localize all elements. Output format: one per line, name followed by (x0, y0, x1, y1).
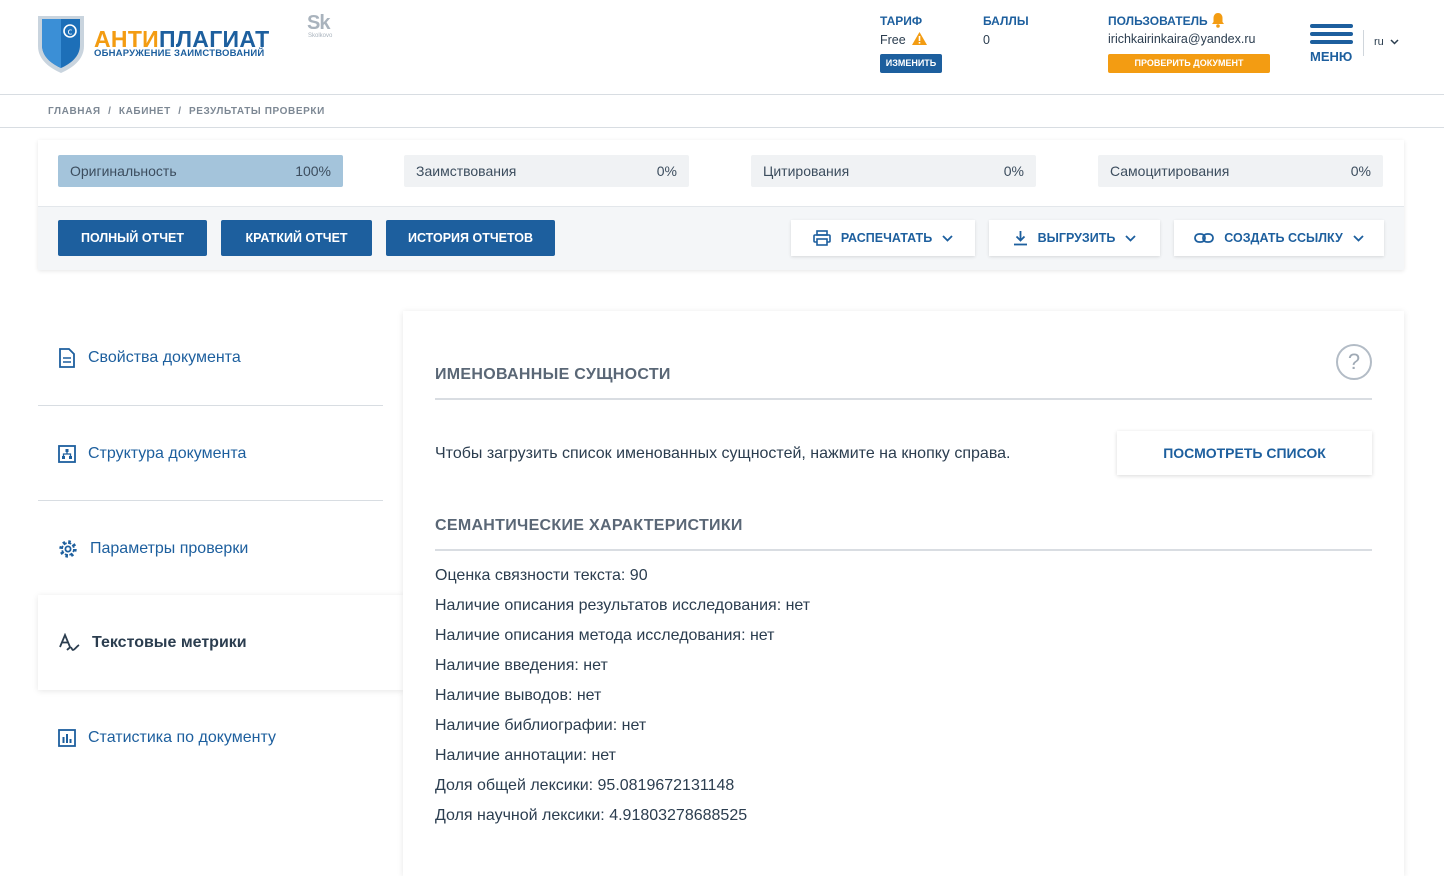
breadcrumb-separator: / (178, 106, 182, 117)
breadcrumb-current: РЕЗУЛЬТАТЫ ПРОВЕРКИ (188, 106, 325, 117)
menu-label[interactable]: МЕНЮ (1310, 49, 1352, 64)
skolkovo-logo: Sk Skolkovo (307, 12, 341, 42)
structure-icon (58, 444, 76, 463)
breadcrumb-cabinet[interactable]: КАБИНЕТ (119, 106, 171, 117)
semantic-characteristics-title: СЕМАНТИЧЕСКИЕ ХАРАКТЕРИСТИКИ (435, 517, 743, 534)
printer-icon (813, 230, 831, 246)
semantic-item: Доля научной лексики: 4.91803278688525 (435, 807, 748, 824)
named-entities-title: ИМЕНОВАННЫЕ СУЩНОСТИ (435, 366, 671, 383)
warning-icon[interactable] (911, 31, 928, 46)
sidebar-item-label: Структура документа (88, 444, 247, 462)
semantic-item: Наличие введения: нет (435, 657, 608, 674)
breadcrumb-separator: / (108, 106, 112, 117)
report-history-button[interactable]: ИСТОРИЯ ОТЧЕТОВ (386, 220, 555, 256)
sidebar-item-label: Текстовые метрики (92, 633, 247, 651)
skolkovo-mark: Sk (307, 12, 330, 34)
document-icon (59, 347, 75, 368)
logo-subtitle: ОБНАРУЖЕНИЕ ЗАИМСТВОВАНИЙ (94, 48, 265, 59)
hamburger-menu-icon[interactable] (1310, 24, 1353, 48)
breadcrumb-home[interactable]: ГЛАВНАЯ (48, 106, 101, 117)
semantic-item: Наличие выводов: нет (435, 687, 602, 704)
points-value: 0 (983, 33, 990, 47)
create-link-label: СОЗДАТЬ ССЫЛКУ (1224, 231, 1343, 245)
antiplagiat-logo[interactable]: c АНТИПЛАГИАТ ОБНАРУЖЕНИЕ ЗАИМСТВОВАНИЙ (36, 12, 276, 76)
print-label: РАСПЕЧАТАТЬ (840, 231, 933, 245)
skolkovo-text: Skolkovo (308, 33, 333, 39)
breadcrumb: ГЛАВНАЯ / КАБИНЕТ / РЕЗУЛЬТАТЫ ПРОВЕРКИ (48, 106, 329, 117)
metric-borrowings[interactable]: Заимствования 0% (404, 155, 689, 187)
chevron-down-icon (942, 234, 953, 242)
metric-value: 100% (295, 163, 331, 179)
link-icon (1194, 233, 1215, 243)
language-value: ru (1374, 36, 1384, 48)
sidebar-item-document-properties[interactable]: Свойства документа (38, 310, 383, 405)
tariff-label: ТАРИФ (880, 14, 923, 28)
bell-icon[interactable] (1211, 12, 1225, 28)
breadcrumb-divider (0, 127, 1444, 128)
points-label: БАЛЛЫ (983, 14, 1029, 28)
chevron-down-icon (1125, 234, 1136, 242)
tariff-value: Free (880, 33, 906, 47)
sidebar-item-label: Статистика по документу (88, 728, 276, 746)
metric-value: 0% (656, 163, 677, 179)
full-report-button[interactable]: ПОЛНЫЙ ОТЧЕТ (58, 220, 207, 256)
semantic-item: Оценка связности текста: 90 (435, 567, 648, 584)
semantic-item: Наличие библиографии: нет (435, 717, 647, 734)
print-button[interactable]: РАСПЕЧАТАТЬ (791, 220, 975, 256)
metric-self-citations[interactable]: Самоцитирования 0% (1098, 155, 1383, 187)
metrics-panel: Оригинальность 100% Заимствования 0% Цит… (38, 140, 1404, 270)
svg-text:c: c (68, 28, 73, 38)
view-list-button[interactable]: ПОСМОТРЕТЬ СПИСОК (1117, 431, 1372, 475)
metric-label: Цитирования (763, 163, 850, 179)
metric-value: 0% (1003, 163, 1024, 179)
metric-label: Оригинальность (70, 163, 177, 179)
short-report-button[interactable]: КРАТКИЙ ОТЧЕТ (221, 220, 372, 256)
sidebar-item-document-structure[interactable]: Структура документа (38, 406, 383, 501)
metric-value: 0% (1350, 163, 1371, 179)
export-button[interactable]: ВЫГРУЗИТЬ (989, 220, 1160, 256)
chart-icon (58, 728, 76, 747)
semantic-item: Доля общей лексики: 95.0819672131148 (435, 777, 735, 794)
metric-citations[interactable]: Цитирования 0% (751, 155, 1036, 187)
shield-logo-icon: c (38, 16, 84, 73)
semantic-item: Наличие описания результатов исследовани… (435, 597, 811, 614)
download-icon (1013, 231, 1027, 246)
export-label: ВЫГРУЗИТЬ (1037, 231, 1116, 245)
create-link-button[interactable]: СОЗДАТЬ ССЫЛКУ (1174, 220, 1384, 256)
section-divider (435, 398, 1372, 400)
sidebar-item-text-metrics[interactable]: Текстовые метрики (38, 595, 404, 690)
check-document-button[interactable]: ПРОВЕРИТЬ ДОКУМЕНТ (1108, 54, 1270, 73)
section-divider (435, 549, 1372, 551)
metric-originality[interactable]: Оригинальность 100% (58, 155, 343, 187)
text-metrics-panel: ИМЕНОВАННЫЕ СУЩНОСТИ ? Чтобы загрузить с… (403, 311, 1404, 876)
change-tariff-button[interactable]: ИЗМЕНИТЬ (880, 54, 942, 73)
help-icon[interactable]: ? (1336, 344, 1372, 380)
chevron-down-icon (1353, 234, 1364, 242)
semantic-item: Наличие аннотации: нет (435, 747, 616, 764)
text-metrics-icon (59, 632, 80, 651)
sidebar-item-label: Параметры проверки (90, 539, 249, 557)
sidebar-item-label: Свойства документа (88, 348, 241, 366)
language-selector[interactable]: ru (1374, 36, 1399, 48)
semantic-item: Наличие описания метода исследования: не… (435, 627, 775, 644)
user-label: ПОЛЬЗОВАТЕЛЬ (1108, 14, 1208, 28)
user-email[interactable]: irichkairinkaira@yandex.ru (1108, 32, 1255, 46)
sidebar-item-check-parameters[interactable]: Параметры проверки (38, 501, 383, 596)
metric-label: Заимствования (416, 163, 517, 179)
metric-label: Самоцитирования (1110, 163, 1230, 179)
header-divider (1363, 30, 1364, 56)
named-entities-hint: Чтобы загрузить список именованных сущно… (435, 445, 1011, 462)
sidebar-item-document-statistics[interactable]: Статистика по документу (38, 690, 383, 785)
header: c АНТИПЛАГИАТ ОБНАРУЖЕНИЕ ЗАИМСТВОВАНИЙ … (0, 0, 1444, 95)
gear-icon (59, 539, 77, 558)
semantic-characteristics-list: Оценка связности текста: 90 Наличие опис… (435, 565, 810, 835)
chevron-down-icon (1390, 39, 1399, 45)
